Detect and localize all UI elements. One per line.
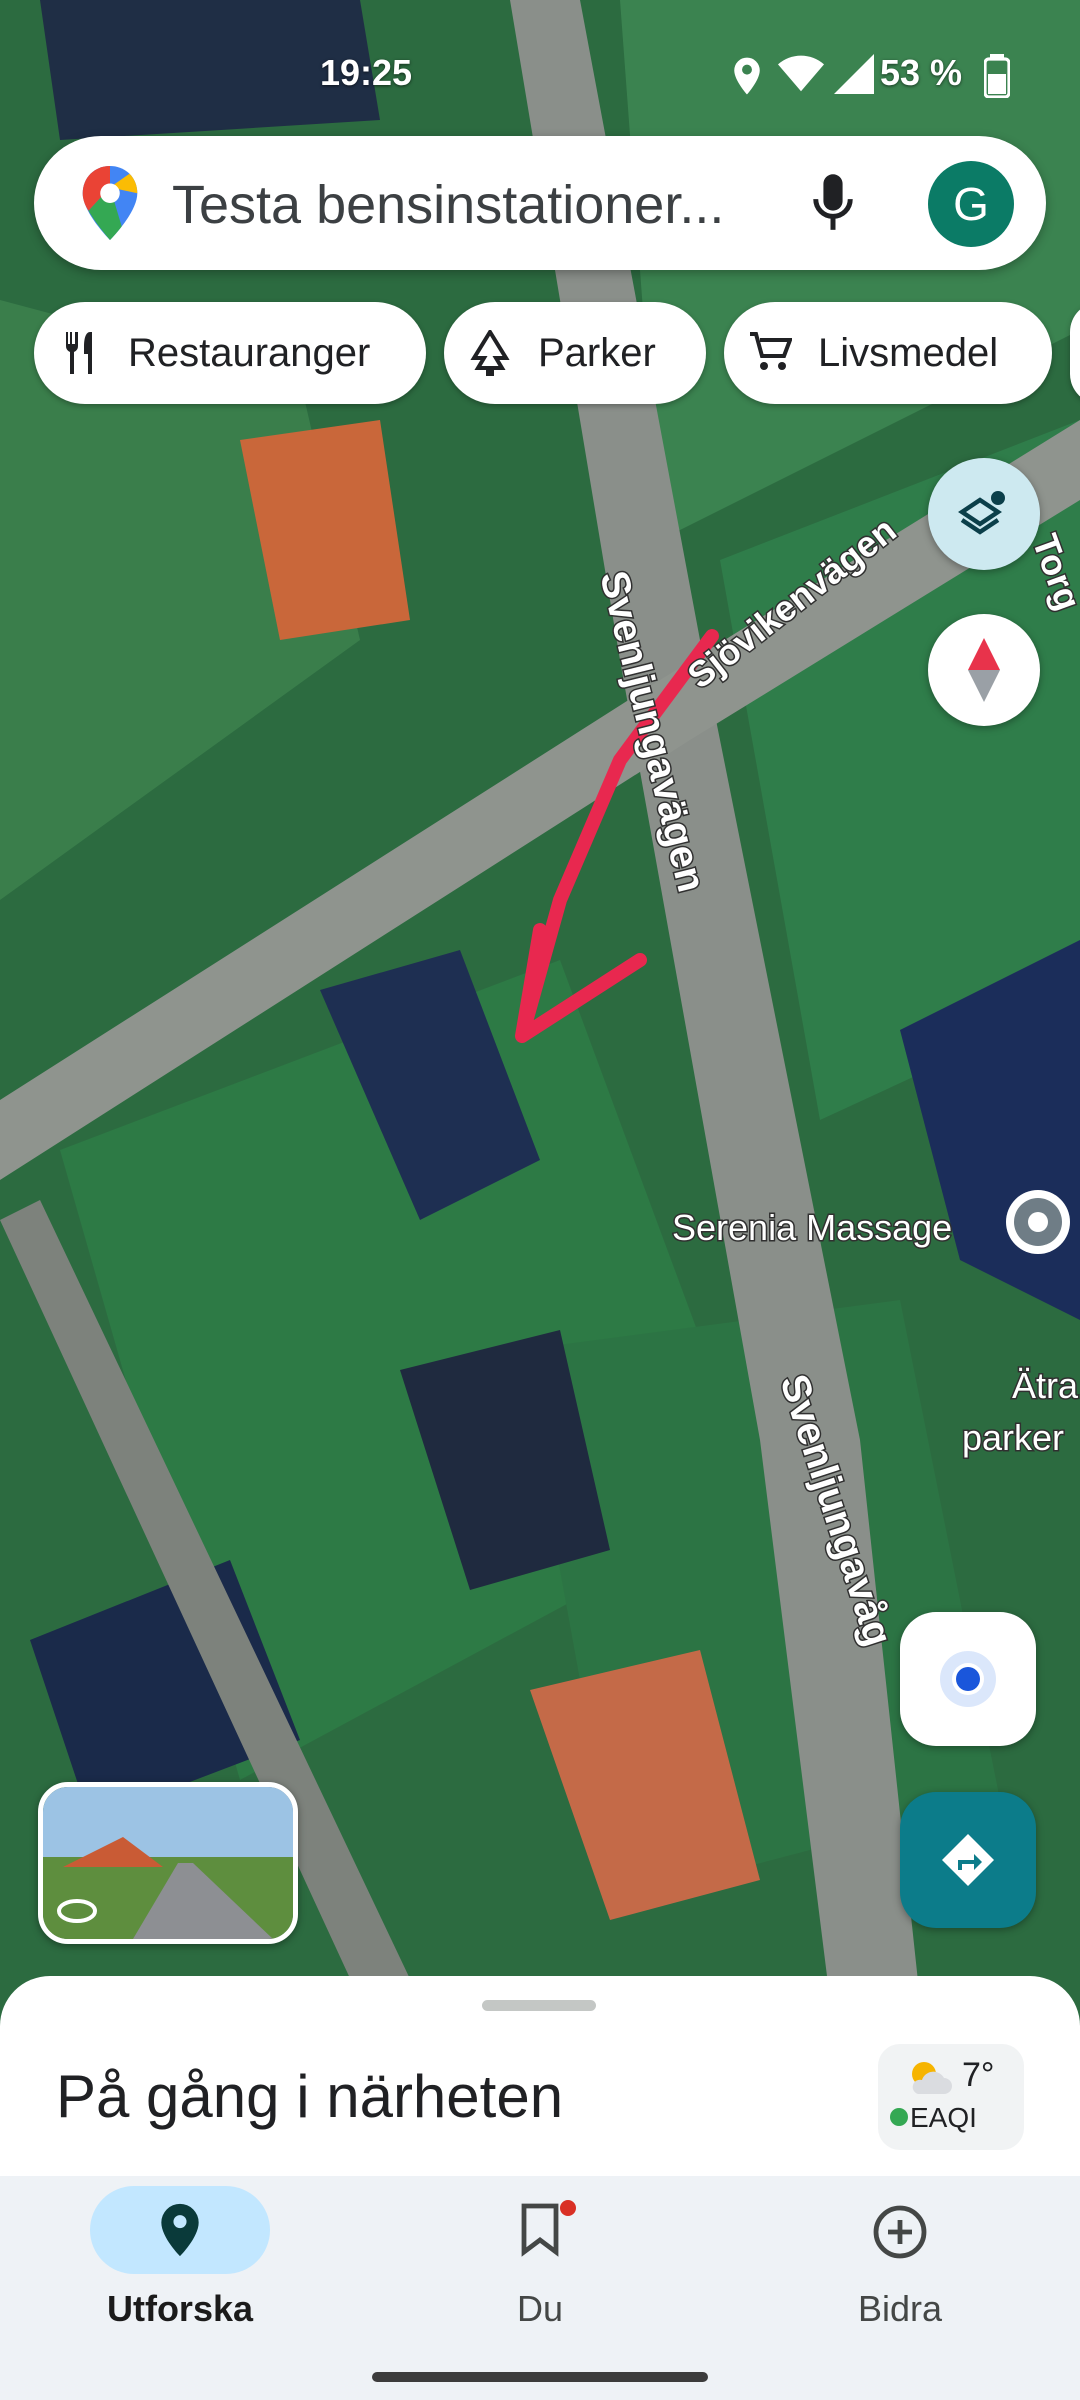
sheet-drag-handle[interactable] <box>482 2000 596 2011</box>
temperature: 7° <box>962 2056 995 2094</box>
add-circle-icon <box>873 2205 927 2259</box>
chip-label: Restauranger <box>128 331 371 375</box>
battery-icon <box>984 54 1010 98</box>
bookmark-icon <box>521 2203 559 2257</box>
status-bar: 19:25 53 % <box>0 40 1080 110</box>
place-pin-icon[interactable] <box>1006 1190 1070 1254</box>
compass-icon <box>968 638 1000 702</box>
my-location-button[interactable] <box>900 1612 1036 1746</box>
place-label[interactable]: parker <box>961 1416 1066 1460</box>
chip-livsmedel[interactable]: Livsmedel <box>724 302 1052 404</box>
account-avatar[interactable]: G <box>928 161 1014 247</box>
notification-dot <box>560 2200 576 2216</box>
wifi-icon <box>778 55 824 92</box>
search-input[interactable]: Testa bensinstationer... <box>172 174 724 236</box>
chip-parker[interactable]: Parker <box>444 302 706 404</box>
place-label[interactable]: Serenia Massage <box>671 1206 954 1250</box>
explore-pin-icon <box>161 2203 199 2257</box>
maps-app: { "status_bar": { "time": "19:25", "batt… <box>0 0 1080 2400</box>
bottom-sheet[interactable]: På gång i närheten 7° EAQI <box>0 1976 1080 2176</box>
nav-label: Utforska <box>106 2288 254 2329</box>
street-view-icon <box>57 1899 97 1923</box>
layers-icon <box>958 491 1005 535</box>
bottom-navigation: Utforska Du Bidra <box>0 2176 1080 2400</box>
directions-button[interactable] <box>900 1792 1036 1928</box>
search-bar[interactable]: Testa bensinstationer... G <box>34 136 1046 270</box>
layers-button[interactable] <box>928 458 1040 570</box>
nav-item-du[interactable]: Du <box>360 2176 720 2366</box>
chip-label: Livsmedel <box>818 331 999 375</box>
nav-item-bidra[interactable]: Bidra <box>720 2176 1080 2366</box>
nav-item-utforska[interactable]: Utforska <box>0 2176 360 2366</box>
microphone-icon[interactable] <box>810 172 856 234</box>
directions-icon <box>942 1834 994 1886</box>
partly-cloudy-icon <box>912 2062 952 2094</box>
sheet-title: På gång i närheten <box>56 2063 564 2130</box>
air-quality-dot <box>890 2108 908 2126</box>
my-location-icon <box>940 1651 996 1707</box>
gesture-bar[interactable] <box>372 2372 708 2382</box>
chip-label: Parker <box>538 331 656 375</box>
park-icon <box>470 330 510 376</box>
nav-label: Bidra <box>857 2288 943 2329</box>
cart-icon <box>750 332 792 370</box>
google-maps-logo-icon <box>82 165 138 241</box>
street-view-thumbnail[interactable] <box>38 1782 298 1944</box>
restaurant-icon <box>65 332 92 374</box>
place-label[interactable]: Ätra <box>1011 1364 1080 1408</box>
battery-percent: 53 % <box>879 52 962 93</box>
location-status-icon <box>734 57 760 95</box>
compass-button[interactable] <box>928 614 1040 726</box>
status-time: 19:25 <box>320 52 413 93</box>
cellular-signal-icon <box>834 54 874 94</box>
chip-restauranger[interactable]: Restauranger <box>34 302 426 404</box>
nav-label: Du <box>516 2288 564 2329</box>
air-quality-label: EAQI <box>910 2102 977 2133</box>
weather-widget[interactable]: 7° EAQI <box>878 2044 1024 2150</box>
